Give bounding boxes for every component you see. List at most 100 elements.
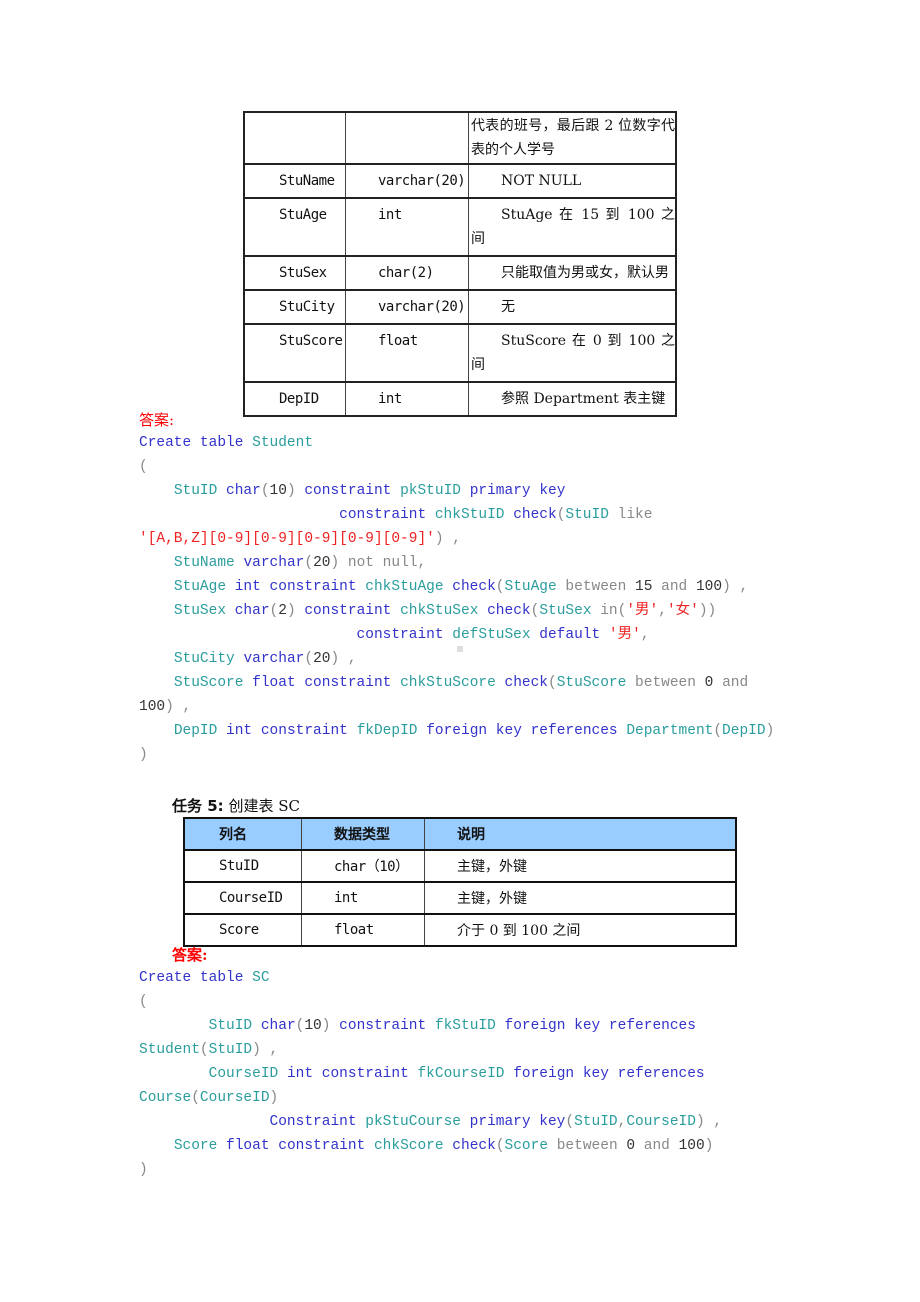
data-type-cell: char(2) <box>345 255 469 291</box>
code-token: foreign key references <box>426 723 627 739</box>
code-token: and <box>643 1138 679 1154</box>
code-token: int constraint <box>286 1066 418 1082</box>
column-name-cell: StuSex <box>243 255 346 291</box>
code-token: ) , <box>434 531 461 547</box>
code-token: primary key <box>469 483 566 499</box>
header-column-name: 列名 <box>183 817 302 851</box>
code-token: StuID <box>565 507 618 523</box>
data-type-cell: char（10） <box>301 849 425 883</box>
code-token: and <box>722 675 749 691</box>
code-token: , <box>617 1114 627 1130</box>
code-token: StuID <box>208 1018 261 1034</box>
code-token: 10 <box>304 1018 322 1034</box>
table-header-row: 列名 数据类型 说明 <box>183 817 737 851</box>
code-token: pkStuID <box>400 483 470 499</box>
code-token: constraint <box>356 627 453 643</box>
code-token: int constraint <box>234 579 366 595</box>
code-token: Student <box>139 1042 200 1058</box>
code-token: fkStuID <box>434 1018 505 1034</box>
code-token: foreign key references <box>504 1018 696 1034</box>
code-token: 15 <box>635 579 662 595</box>
description-cell: NOT NULL <box>468 163 677 199</box>
code-token: ( <box>495 1138 505 1154</box>
code-token: chkStuScore <box>400 675 505 691</box>
table-row: StuName varchar(20) NOT NULL <box>243 163 677 199</box>
column-name-cell: DepID <box>243 381 346 417</box>
description-cell: StuAge 在 15 到 100 之间 <box>468 197 677 257</box>
code-token: constraint <box>339 507 435 523</box>
code-token: )) <box>698 603 717 619</box>
code-token: 100 <box>678 1138 705 1154</box>
code-token: StuCity <box>173 651 244 667</box>
code-token: fkDepID <box>356 723 427 739</box>
description-cell: 主键，外键 <box>424 849 737 883</box>
code-token: , <box>640 627 650 643</box>
code-line: constraint chkStuID check(StuID like <box>139 503 789 527</box>
data-type-cell: float <box>301 913 425 947</box>
code-token: char <box>226 483 261 499</box>
data-type-cell: int <box>301 881 425 915</box>
code-token: 100 <box>139 699 166 715</box>
code-token: ( <box>304 555 314 571</box>
code-line: '[A,B,Z][0-9][0-9][0-9][0-9][0-9]') , <box>139 527 789 551</box>
code-token: ( <box>548 675 557 691</box>
code-token: and <box>661 579 696 595</box>
code-token: SC <box>252 970 270 986</box>
table-row: CourseID int 主键，外键 <box>183 881 737 915</box>
header-data-type: 数据类型 <box>301 817 425 851</box>
table-row: 代表的班号，最后跟 2 位数字代表的个人学号 <box>243 111 677 165</box>
code-line: ( <box>139 990 789 1014</box>
code-token: ) <box>765 723 775 739</box>
code-token: pkStuCourse <box>365 1114 470 1130</box>
code-line: Course(CourseID) <box>139 1086 789 1110</box>
code-token: StuID <box>208 1042 253 1058</box>
code-token: CourseID <box>208 1066 287 1082</box>
code-token: in( <box>600 603 627 619</box>
code-token: between <box>635 675 705 691</box>
description-cell: StuScore 在 0 到 100 之间 <box>468 323 677 383</box>
code-token: Score <box>173 1138 227 1154</box>
description-cell: 无 <box>468 289 677 325</box>
student-sql-code: Create table Student ( StuID char(10) con… <box>139 431 789 767</box>
data-type-cell <box>345 111 469 165</box>
task-5-heading: 任务 5: 创建表 SC <box>172 795 300 816</box>
code-token: ( <box>304 651 314 667</box>
code-token: 100 <box>695 579 723 595</box>
code-token: StuScore <box>556 675 636 691</box>
code-token: chkStuID <box>434 507 514 523</box>
code-token: between <box>565 579 636 595</box>
answer-label: 答案: <box>172 946 208 964</box>
code-line: Create table Student <box>139 431 789 455</box>
code-line: StuID char(10) constraint pkStuID primar… <box>139 479 789 503</box>
data-type-cell: int <box>345 197 469 257</box>
code-token: chkStuSex <box>400 603 488 619</box>
code-token: fkCourseID <box>417 1066 514 1082</box>
task-title: 创建表 SC <box>228 797 300 815</box>
column-name-cell: CourseID <box>183 881 302 915</box>
code-token: StuAge <box>173 579 235 595</box>
data-type-cell: varchar(20) <box>345 163 469 199</box>
code-token: float constraint <box>252 675 401 691</box>
column-name-cell: StuCity <box>243 289 346 325</box>
code-token: ) <box>286 483 305 499</box>
code-token: Score <box>504 1138 557 1154</box>
code-token: chkStuAge <box>365 579 453 595</box>
code-token: check <box>487 603 531 619</box>
code-token: Constraint <box>269 1114 366 1130</box>
code-token: chkScore <box>373 1138 453 1154</box>
description-cell: 介于 0 到 100 之间 <box>424 913 737 947</box>
code-token: StuName <box>173 555 244 571</box>
code-line: Constraint pkStuCourse primary key(StuID… <box>139 1110 789 1134</box>
code-token: StuID <box>574 1114 618 1130</box>
table-row: StuID char（10） 主键，外键 <box>183 849 737 883</box>
code-token: int constraint <box>226 723 357 739</box>
code-token: 0 <box>626 1138 644 1154</box>
code-token: ( <box>713 723 723 739</box>
code-line: Student(StuID) , <box>139 1038 789 1062</box>
column-name-cell: StuAge <box>243 197 346 257</box>
